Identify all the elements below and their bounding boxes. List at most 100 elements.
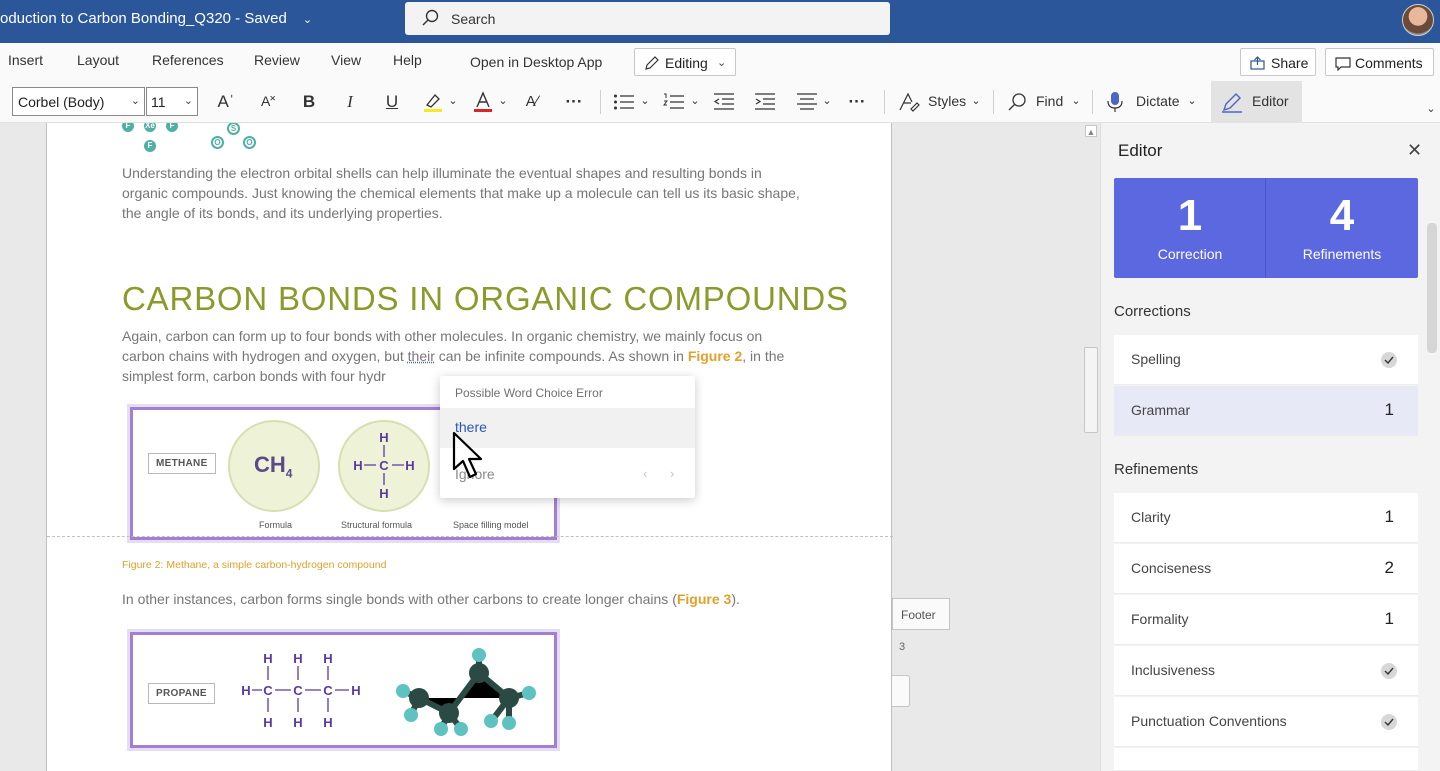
figure-reference[interactable]: Figure 3 (677, 591, 731, 607)
svg-text:H: H (293, 715, 302, 730)
document-canvas: F Xe F F S O O Understanding the electro… (0, 123, 1100, 771)
tab-view[interactable]: View (331, 52, 361, 68)
dictate-label[interactable]: Dictate (1136, 93, 1180, 109)
find-label[interactable]: Find (1036, 93, 1063, 109)
ribbon-expand-icon[interactable]: ⌄ (1424, 95, 1438, 124)
title-bar: oduction to Carbon Bonding_Q320 - Saved ⌄… (0, 0, 1440, 43)
refinement-item-inclusiveness[interactable]: Inclusiveness (1114, 646, 1418, 696)
svg-text:C: C (293, 683, 303, 698)
open-desktop-app-button[interactable]: Open in Desktop App (470, 54, 602, 70)
correction-label: Grammar (1131, 402, 1191, 418)
refinement-item-partial[interactable] (1114, 748, 1418, 771)
clear-formatting-icon[interactable]: A∕ (521, 87, 543, 116)
increase-indent-icon[interactable] (754, 87, 776, 116)
svg-text:H: H (323, 651, 332, 666)
atom-icon: O (243, 136, 256, 149)
chevron-down-icon[interactable]: ⌄ (821, 87, 833, 116)
font-family-select[interactable]: Corbel (Body) ⌄ (12, 87, 145, 116)
search-input[interactable]: Search (405, 2, 890, 35)
chevron-down-icon[interactable]: ⌄ (447, 87, 459, 116)
toolbar-divider (884, 90, 885, 114)
svg-text:C: C (379, 458, 389, 473)
flagged-word[interactable]: their (408, 348, 435, 364)
refinement-count: 1 (1384, 507, 1394, 526)
comments-button[interactable]: Comments (1325, 48, 1434, 76)
find-icon[interactable] (1006, 87, 1028, 116)
refinement-item-conciseness[interactable]: Conciseness 2 (1114, 544, 1418, 594)
svg-text:C: C (323, 683, 333, 698)
tab-insert[interactable]: Insert (8, 52, 43, 68)
close-icon[interactable]: ✕ (1407, 140, 1422, 161)
pane-scrollbar[interactable] (1427, 223, 1437, 353)
chevron-down-icon[interactable]: ⌄ (1070, 87, 1082, 116)
tab-review[interactable]: Review (254, 52, 300, 68)
correction-item-spelling[interactable]: Spelling (1114, 335, 1418, 385)
bold-icon[interactable]: B (299, 87, 319, 116)
document-scrollbar[interactable]: ▲ (1082, 123, 1100, 771)
avatar[interactable] (1402, 4, 1434, 36)
more-options-icon[interactable]: ··· (845, 87, 869, 116)
tab-help[interactable]: Help (393, 52, 422, 68)
numbering-icon[interactable] (663, 87, 685, 116)
more-options-icon[interactable]: ··· (562, 87, 586, 116)
body-paragraph[interactable]: In other instances, carbon forms single … (122, 589, 802, 609)
checkmark-icon (1381, 663, 1397, 679)
editor-button[interactable]: Editor (1211, 81, 1302, 123)
italic-icon[interactable]: I (340, 87, 360, 116)
structural-formula-circle: HCHHH (338, 420, 430, 512)
microphone-icon[interactable] (1105, 87, 1125, 116)
refinements-label: Refinements (1302, 246, 1382, 262)
atom-icon: S (227, 123, 240, 135)
header-footer-tab[interactable] (892, 675, 910, 707)
corrections-summary[interactable]: 1 Correction (1114, 178, 1266, 278)
font-color-icon[interactable] (472, 87, 494, 116)
highlight-icon[interactable] (422, 87, 444, 116)
corrections-count: 1 (1177, 191, 1203, 240)
styles-label[interactable]: Styles (928, 93, 966, 109)
svg-text:H: H (263, 715, 272, 730)
chevron-down-icon[interactable]: ⌄ (497, 87, 509, 116)
document-title[interactable]: oduction to Carbon Bonding_Q320 - Saved ⌄ (0, 10, 312, 27)
chevron-down-icon[interactable]: ⌄ (689, 87, 701, 116)
formula-subscript: 4 (285, 466, 293, 481)
figure-reference[interactable]: Figure 2 (688, 348, 742, 364)
chevron-down-icon[interactable]: ⌄ (303, 14, 312, 26)
footer-tag[interactable]: Footer (892, 598, 950, 630)
underline-icon[interactable]: U (382, 87, 402, 116)
figure-caption-structural: Structural formula (341, 520, 413, 530)
refinement-label: Inclusiveness (1131, 662, 1216, 678)
search-icon (422, 9, 439, 26)
refinement-item-punctuation[interactable]: Punctuation Conventions (1114, 697, 1418, 747)
refinement-item-formality[interactable]: Formality 1 (1114, 595, 1418, 645)
section-heading[interactable]: CARBON BONDS IN ORGANIC COMPOUNDS (122, 280, 849, 318)
decrease-indent-icon[interactable] (713, 87, 735, 116)
refinement-label: Conciseness (1131, 560, 1212, 576)
refinements-summary[interactable]: 4 Refinements (1266, 178, 1418, 278)
bullets-icon[interactable] (613, 87, 635, 116)
chevron-down-icon[interactable]: ⌄ (639, 87, 651, 116)
next-icon[interactable]: › (670, 466, 674, 481)
tab-references[interactable]: References (152, 52, 224, 68)
chevron-down-icon[interactable]: ⌄ (1186, 87, 1198, 116)
grow-font-icon[interactable]: Aˈ (215, 87, 237, 116)
refinement-item-clarity[interactable]: Clarity 1 (1114, 493, 1418, 543)
font-size-select[interactable]: 11 ⌄ (146, 87, 198, 116)
scroll-up-icon[interactable]: ▲ (1085, 125, 1097, 137)
tab-layout[interactable]: Layout (77, 52, 119, 68)
atom-icon: F (122, 123, 134, 132)
styles-icon[interactable] (898, 87, 920, 116)
align-icon[interactable] (796, 87, 818, 116)
figure-caption[interactable]: Figure 2: Methane, a simple carbon-hydro… (122, 559, 386, 571)
share-button[interactable]: Share (1240, 48, 1316, 76)
shrink-font-icon[interactable]: A˟ (257, 87, 279, 116)
chevron-down-icon[interactable]: ⌄ (970, 87, 982, 116)
figure-caption-space-filling: Space filling model (453, 520, 529, 530)
body-paragraph[interactable]: Understanding the electron orbital shell… (122, 163, 802, 223)
editing-mode-button[interactable]: Editing ⌄ (634, 48, 736, 76)
figure-propane[interactable]: PROPANE HHH HCCCH HHH (127, 629, 560, 751)
document-page[interactable]: F Xe F F S O O Understanding the electro… (46, 123, 893, 771)
scrollbar-thumb[interactable] (1084, 347, 1098, 433)
editor-pane: Editor ✕ 1 Correction 4 Refinements Corr… (1100, 123, 1440, 771)
previous-icon[interactable]: ‹ (643, 466, 647, 481)
correction-item-grammar[interactable]: Grammar 1 (1114, 386, 1418, 436)
